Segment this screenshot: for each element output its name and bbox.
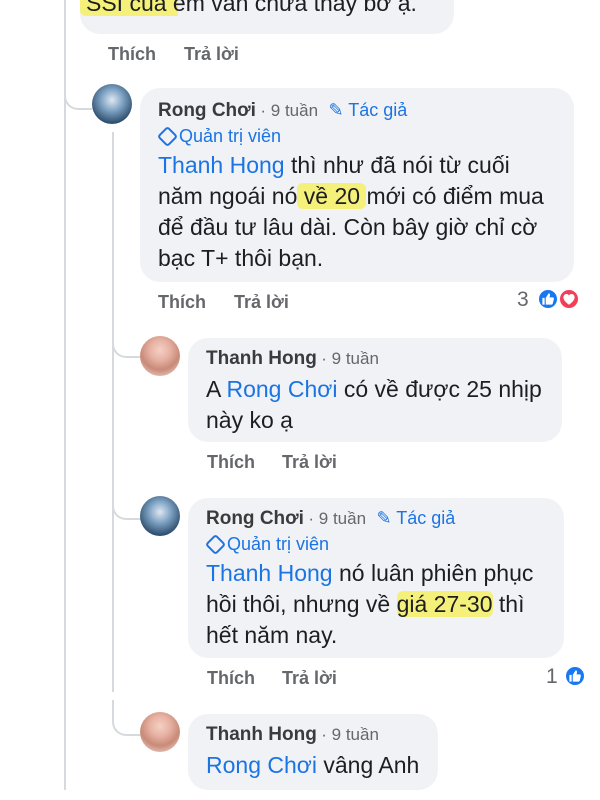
thread-line-main	[64, 0, 66, 790]
commenter-name[interactable]: Thanh Hong	[206, 724, 317, 745]
comment-line-4: bạc T+ thôi bạn.	[158, 245, 324, 271]
avatar-rong-choi[interactable]	[140, 496, 180, 536]
avatar-thanh-hong[interactable]	[140, 336, 180, 376]
comment-line-2: này ko ạ	[206, 407, 293, 433]
reply-button[interactable]: Trả lời	[282, 668, 337, 689]
comment-line-1: Rong Chơi vâng Anh	[206, 750, 419, 781]
like-button[interactable]: Thích	[158, 292, 206, 313]
like-button[interactable]: Thích	[108, 44, 156, 65]
comment-line-3: hết năm nay.	[206, 622, 338, 648]
comment-header: Rong Chơi · 9 tuần ✎ Tác giả	[158, 100, 407, 122]
comment-body: Thanh Hong nó luân phiên phục hồi thôi, …	[206, 558, 533, 651]
thread-branch-2	[112, 320, 142, 358]
comment-time[interactable]: 9 tuần	[332, 349, 379, 368]
avatar-thanh-hong[interactable]	[140, 712, 180, 752]
reply-button[interactable]: Trả lời	[184, 44, 239, 65]
like-button[interactable]: Thích	[207, 668, 255, 689]
reaction-count[interactable]: 1	[546, 665, 558, 689]
comment-text: vâng Anh	[316, 752, 420, 778]
thread-branch-1	[64, 70, 92, 110]
comment-line-2: hồi thôi, nhưng về giá 27-30 thì	[206, 589, 533, 620]
pencil-icon: ✎	[376, 508, 392, 528]
separator-dot: ·	[260, 101, 271, 120]
author-badge: ✎ Tác giả	[329, 100, 408, 120]
pencil-icon: ✎	[328, 100, 344, 120]
comment-time[interactable]: 9 tuần	[319, 509, 366, 528]
comment-text: thì như đã nói từ cuối	[284, 152, 510, 178]
comment-text: nó luân phiên phục	[332, 560, 534, 586]
top-comment-text: SSI của em vẫn chưa thấy bờ ạ.	[80, 0, 417, 19]
comment-header: Thanh Hong · 9 tuần	[206, 348, 379, 370]
comment-text: mới có điểm mua	[366, 183, 544, 209]
admin-badge: Quản trị viên	[156, 125, 282, 148]
shield-icon	[204, 533, 227, 556]
mention-link[interactable]: Thanh Hong	[158, 152, 285, 178]
mention-link[interactable]: Rong Chơi	[226, 376, 337, 402]
author-badge-label: Tác giả	[348, 100, 408, 120]
commenter-name[interactable]: Thanh Hong	[206, 348, 317, 369]
author-badge-label: Tác giả	[396, 508, 456, 528]
thread-branch-3	[112, 482, 142, 520]
comment-body: Rong Chơi vâng Anh	[206, 750, 419, 781]
separator-dot: ·	[308, 509, 319, 528]
comment-line-1: Thanh Hong thì như đã nói từ cuối	[158, 150, 544, 181]
reaction-count[interactable]: 3	[517, 288, 529, 312]
admin-badge-label: Quản trị viên	[179, 126, 282, 146]
comment-bubble: Thanh Hong · 9 tuần Rong Chơi vâng Anh	[188, 714, 438, 790]
mention-link[interactable]: Thanh Hong	[206, 560, 333, 586]
like-button[interactable]: Thích	[207, 452, 255, 473]
like-reaction-icon[interactable]	[537, 288, 559, 310]
comment-text: năm ngoái nó	[158, 183, 298, 209]
love-reaction-icon[interactable]	[558, 288, 580, 310]
reply-button[interactable]: Trả lời	[282, 452, 337, 473]
comment-text: A	[206, 376, 227, 402]
thread-branch-4	[112, 700, 142, 736]
comment-time[interactable]: 9 tuần	[332, 725, 379, 744]
commenter-name[interactable]: Rong Chơi	[158, 100, 256, 121]
comment-text: hồi thôi, nhưng về	[206, 591, 397, 617]
admin-badge-label: Quản trị viên	[227, 534, 330, 554]
highlighted-text: giá 27-30	[396, 591, 493, 617]
comment-body: A Rong Chơi có về được 25 nhịp này ko ạ	[206, 374, 542, 436]
comment-bubble: Rong Chơi · 9 tuần ✎ Tác giả Quản trị vi…	[188, 498, 564, 658]
top-comment-text-end: SSI của em vẫn chưa thấy bờ ạ.	[80, 0, 417, 16]
comment-text: thì	[492, 591, 525, 617]
admin-badge: Quản trị viên	[204, 533, 330, 556]
comment-bubble: Rong Chơi · 9 tuần ✎ Tác giả Quản trị vi…	[140, 88, 574, 282]
thread-line-nested	[112, 132, 114, 692]
shield-icon	[156, 125, 179, 148]
comment-header: Thanh Hong · 9 tuần	[206, 724, 379, 746]
comment-line-1: A Rong Chơi có về được 25 nhịp	[206, 374, 542, 405]
comment-time[interactable]: 9 tuần	[271, 101, 318, 120]
comment-line-1: Thanh Hong nó luân phiên phục	[206, 558, 533, 589]
mention-link[interactable]: Rong Chơi	[206, 752, 317, 778]
reply-button[interactable]: Trả lời	[234, 292, 289, 313]
comment-bubble: Thanh Hong · 9 tuần A Rong Chơi có về đư…	[188, 338, 562, 442]
highlighted-text: về 20	[297, 183, 367, 209]
commenter-name[interactable]: Rong Chơi	[206, 508, 304, 529]
avatar-rong-choi[interactable]	[92, 84, 132, 124]
comment-text: có về được 25 nhịp	[337, 376, 542, 402]
separator-dot: ·	[321, 349, 332, 368]
comment-header: Rong Chơi · 9 tuần ✎ Tác giả	[206, 508, 455, 530]
comment-body: Thanh Hong thì như đã nói từ cuối năm ng…	[158, 150, 544, 274]
separator-dot: ·	[321, 725, 332, 744]
author-badge: ✎ Tác giả	[377, 508, 456, 528]
like-reaction-icon[interactable]	[564, 665, 586, 687]
top-comment-bubble: SSI của em vẫn chưa thấy bờ ạ.	[80, 0, 454, 34]
comment-line-3: để đầu tư lâu dài. Còn bây giờ chỉ cờ	[158, 214, 538, 240]
comment-line-2: năm ngoái nó về 20 mới có điểm mua	[158, 181, 544, 212]
